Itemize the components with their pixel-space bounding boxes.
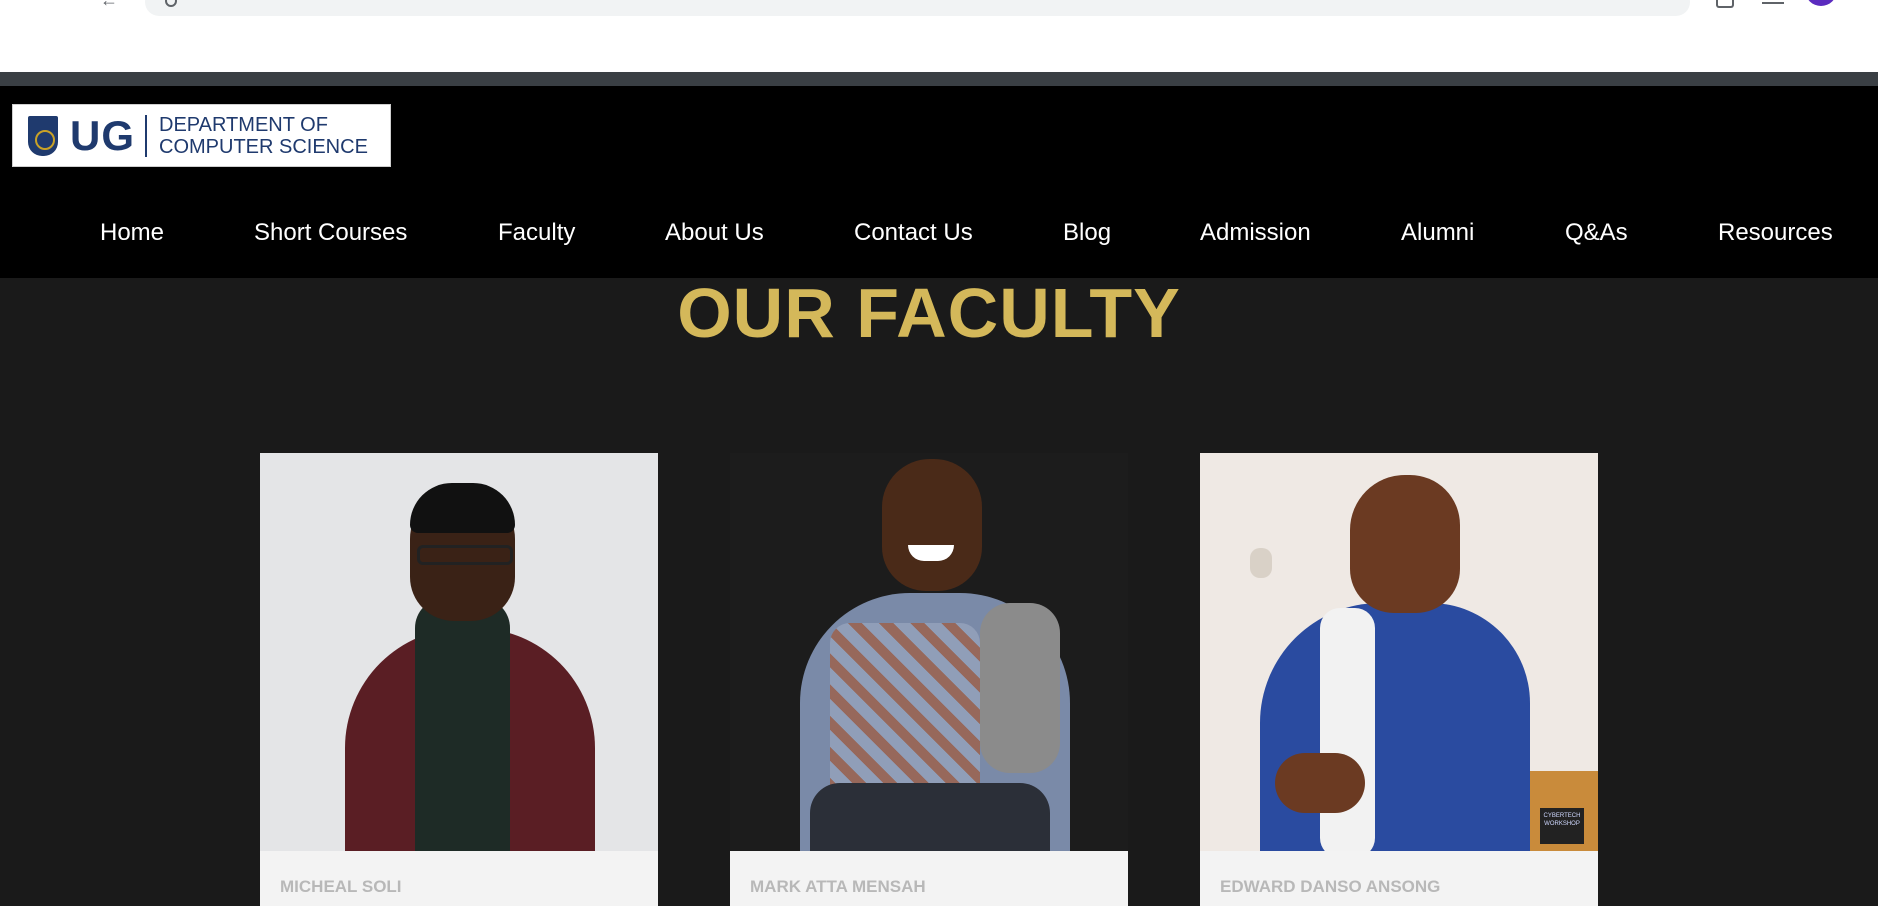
logo-line-1: DEPARTMENT OF [159, 113, 328, 136]
faculty-card[interactable]: CYBERTECH WORKSHOP EDWARD DANSO ANSONG [1200, 453, 1598, 906]
logo-short: UG [70, 111, 135, 159]
faculty-photo[interactable]: CYBERTECH WORKSHOP [1200, 453, 1598, 851]
photo-background [1250, 548, 1272, 578]
nav-short-courses[interactable]: Short Courses [254, 219, 407, 247]
nav-qas[interactable]: Q&As [1565, 219, 1628, 247]
profile-avatar[interactable] [1805, 0, 1837, 6]
photo-badge: CYBERTECH WORKSHOP [1540, 808, 1584, 844]
logo-line-2: COMPUTER SCIENCE [159, 135, 368, 158]
photo-figure-part [810, 783, 1050, 851]
nav-contact-us[interactable]: Contact Us [854, 219, 973, 247]
photo-figure-part [882, 459, 982, 591]
top-strip [0, 72, 1878, 86]
faculty-name[interactable]: MICHEAL SOLI [280, 877, 402, 896]
photo-figure [1260, 603, 1530, 851]
faculty-name[interactable]: EDWARD DANSO ANSONG [1220, 877, 1440, 896]
department-logo[interactable]: UG DEPARTMENT OF COMPUTER SCIENCE [12, 104, 391, 167]
nav-faculty[interactable]: Faculty [498, 219, 575, 247]
nav-about-us[interactable]: About Us [665, 219, 764, 247]
main-nav: Home Short Courses Faculty About Us Cont… [0, 219, 1878, 269]
faculty-caption: MARK ATTA MENSAH [730, 851, 1128, 906]
section-title: OUR FACULTY [677, 274, 1181, 352]
faculty-photo[interactable] [260, 453, 658, 851]
extensions-icon[interactable] [1716, 0, 1734, 8]
faculty-photo[interactable] [730, 453, 1128, 851]
faculty-caption: MICHEAL SOLI [260, 851, 658, 906]
photo-figure-part [415, 598, 510, 851]
address-bar[interactable] [145, 0, 1690, 16]
nav-alumni[interactable]: Alumni [1401, 219, 1474, 247]
back-arrow-icon[interactable]: ← [100, 0, 118, 11]
nav-resources[interactable]: Resources [1718, 219, 1833, 247]
photo-figure-part [1275, 753, 1365, 813]
nav-admission[interactable]: Admission [1200, 219, 1311, 247]
faculty-card[interactable]: MICHEAL SOLI [260, 453, 658, 906]
faculty-section: OUR FACULTY MICHEAL SOLI MARK ATTA MENSA… [0, 278, 1878, 906]
sidebar-icon[interactable] [1762, 0, 1784, 4]
site-info-icon[interactable] [165, 0, 177, 7]
nav-blog[interactable]: Blog [1063, 219, 1111, 247]
faculty-card[interactable]: MARK ATTA MENSAH [730, 453, 1128, 906]
photo-figure-part [410, 483, 515, 533]
site-header: UG DEPARTMENT OF COMPUTER SCIENCE Home S… [0, 86, 1878, 278]
faculty-caption: EDWARD DANSO ANSONG [1200, 851, 1598, 906]
university-crest-icon [28, 115, 58, 156]
faculty-name[interactable]: MARK ATTA MENSAH [750, 877, 926, 896]
nav-home[interactable]: Home [100, 219, 164, 247]
photo-figure-part [1350, 475, 1460, 613]
browser-chrome: ← [0, 0, 1881, 72]
photo-figure-part [1320, 608, 1375, 851]
photo-figure-part [980, 603, 1060, 773]
logo-text: DEPARTMENT OF COMPUTER SCIENCE [159, 114, 368, 158]
photo-figure-part [417, 545, 513, 565]
logo-divider [145, 114, 147, 157]
